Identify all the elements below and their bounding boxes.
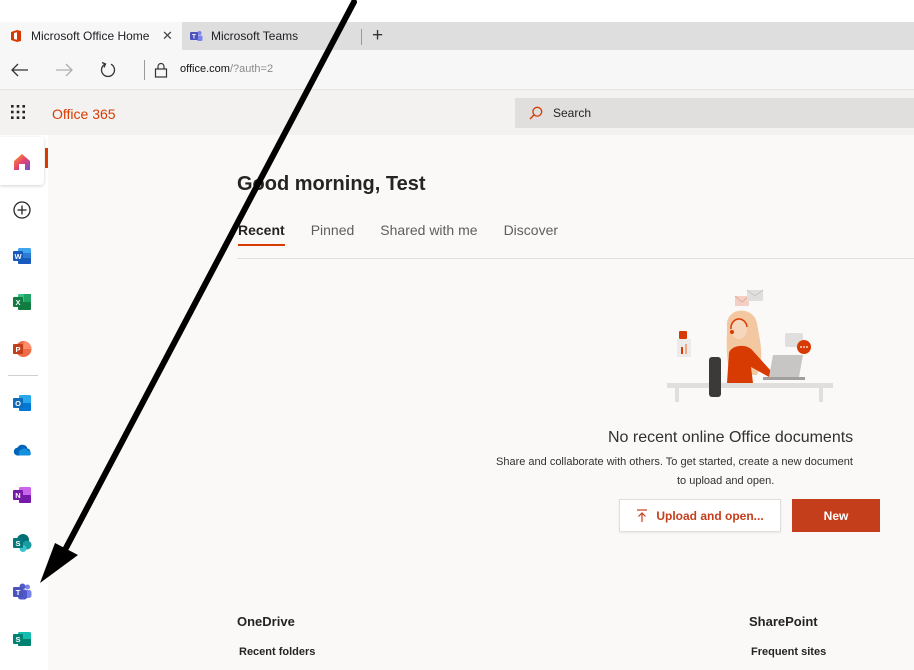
search-icon	[529, 106, 543, 120]
recent-folders-heading: Recent folders	[239, 646, 316, 658]
forward-arrow-icon	[56, 63, 73, 77]
lock-icon[interactable]	[150, 59, 172, 81]
tab-pinned[interactable]: Pinned	[311, 222, 355, 246]
browser-tab-strip: Microsoft Office Home ✕ T Microsoft Team…	[0, 22, 914, 50]
browser-tab-teams[interactable]: T Microsoft Teams	[182, 22, 362, 50]
close-tab-icon[interactable]: ✕	[162, 29, 173, 43]
address-separator	[144, 60, 145, 80]
sharepoint-section-title: SharePoint	[749, 614, 818, 629]
document-tabs: Recent Pinned Shared with me Discover	[238, 222, 584, 246]
teams-favicon-icon: T	[189, 29, 203, 43]
svg-text:P: P	[15, 345, 20, 354]
rail-divider	[8, 375, 38, 376]
sway-icon[interactable]: S	[12, 629, 32, 649]
onedrive-icon[interactable]	[12, 440, 32, 460]
onenote-icon[interactable]: N	[12, 485, 32, 505]
svg-text:N: N	[15, 491, 20, 500]
home-icon	[14, 154, 30, 170]
upload-button-label: Upload and open...	[656, 508, 764, 523]
svg-text:S: S	[15, 635, 20, 644]
empty-state-description: Share and collaborate with others. To ge…	[496, 456, 853, 468]
outlook-icon[interactable]: O	[12, 393, 32, 413]
app-rail: W X P O N S T S	[0, 135, 48, 670]
main-content: Good morning, Test Recent Pinned Shared …	[48, 135, 914, 670]
office-favicon-icon	[9, 29, 23, 43]
tab-divider	[361, 29, 362, 45]
greeting-heading: Good morning, Test	[237, 173, 426, 195]
office-brand-link[interactable]: Office 365	[52, 106, 116, 122]
create-icon[interactable]	[12, 200, 32, 220]
svg-text:S: S	[15, 539, 20, 548]
upload-arrow-icon	[636, 508, 648, 523]
rail-home-button[interactable]	[0, 137, 44, 185]
empty-state-description-continued: to upload and open.	[677, 475, 775, 487]
svg-text:W: W	[14, 252, 22, 261]
url-field[interactable]: office.com/?auth=2	[180, 63, 273, 75]
svg-text:X: X	[15, 298, 20, 307]
search-placeholder: Search	[553, 106, 592, 120]
svg-text:T: T	[16, 588, 21, 597]
teams-icon[interactable]: T	[12, 582, 32, 602]
empty-state-title: No recent online Office documents	[608, 429, 854, 446]
empty-state-illustration	[667, 289, 833, 402]
svg-text:T: T	[192, 33, 196, 40]
tab-recent[interactable]: Recent	[238, 222, 285, 246]
sharepoint-icon[interactable]: S	[12, 533, 32, 553]
excel-icon[interactable]: X	[12, 292, 32, 312]
browser-tab-title: Microsoft Office Home	[31, 29, 150, 43]
new-document-button[interactable]: New	[792, 499, 880, 532]
browser-tab-title: Microsoft Teams	[211, 29, 299, 43]
onedrive-section-title: OneDrive	[237, 614, 295, 629]
app-launcher-icon[interactable]	[10, 104, 26, 120]
browser-tab-office[interactable]: Microsoft Office Home ✕	[0, 22, 182, 50]
forward-button[interactable]	[53, 59, 75, 81]
refresh-icon	[100, 61, 116, 78]
refresh-button[interactable]	[97, 59, 119, 81]
address-bar: office.com/?auth=2	[0, 50, 914, 90]
powerpoint-icon[interactable]: P	[12, 339, 32, 359]
search-box[interactable]: Search	[515, 98, 914, 128]
new-tab-button[interactable]: +	[372, 26, 383, 46]
word-icon[interactable]: W	[12, 246, 32, 266]
tab-discover[interactable]: Discover	[504, 222, 558, 246]
url-path: /?auth=2	[229, 63, 274, 75]
upload-and-open-button[interactable]: Upload and open...	[619, 499, 781, 532]
url-host: office.com	[180, 63, 230, 75]
frequent-sites-heading: Frequent sites	[751, 646, 827, 658]
back-button[interactable]	[9, 59, 31, 81]
tabs-divider	[237, 258, 914, 259]
tab-shared-with-me[interactable]: Shared with me	[380, 222, 477, 246]
back-arrow-icon	[11, 63, 28, 77]
svg-text:O: O	[15, 399, 21, 408]
office-suite-bar: Office 365 Search	[0, 90, 914, 135]
